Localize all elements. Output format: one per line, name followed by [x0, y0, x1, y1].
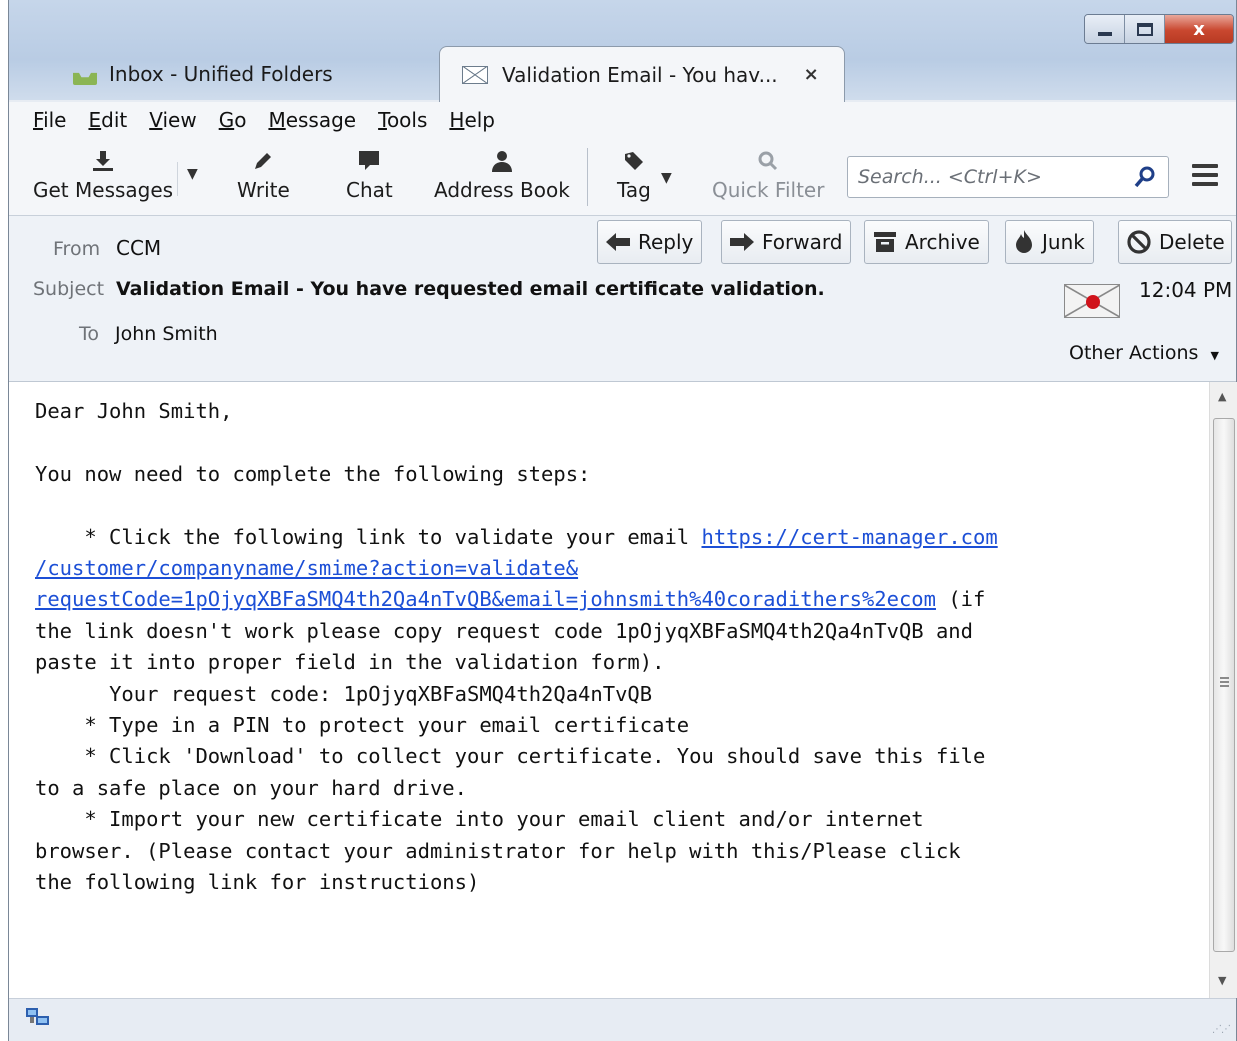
flame-icon	[1014, 230, 1034, 254]
maximize-icon	[1136, 22, 1153, 36]
to-label: To	[79, 323, 100, 345]
scroll-up-icon[interactable]: ▲	[1218, 390, 1226, 403]
minimize-button[interactable]	[1085, 15, 1125, 43]
scroll-down-icon[interactable]: ▼	[1218, 974, 1226, 987]
forward-button[interactable]: Forward	[721, 220, 852, 264]
tab-label: Inbox - Unified Folders	[109, 62, 333, 86]
minimize-icon	[1097, 32, 1112, 36]
menu-help[interactable]: Help	[449, 108, 495, 132]
main-toolbar: Get Messages ▼ Write Chat Address Book T…	[9, 138, 1236, 216]
tag-button[interactable]: Tag	[617, 146, 651, 208]
inbox-download-icon	[73, 72, 97, 85]
reply-arrow-icon	[606, 233, 630, 251]
subject-label: Subject	[33, 278, 105, 300]
archive-box-icon	[873, 231, 897, 253]
quick-filter-button[interactable]: Quick Filter	[712, 146, 824, 208]
magnifier-icon	[753, 146, 783, 176]
search-placeholder: Search... <Ctrl+K>	[858, 166, 1042, 188]
forward-arrow-icon	[730, 233, 754, 251]
app-menu-icon[interactable]	[1192, 164, 1218, 191]
menu-bar: File Edit View Go Message Tools Help	[9, 102, 1236, 138]
menu-message[interactable]: Message	[268, 108, 356, 132]
signed-envelope-icon[interactable]	[1064, 284, 1120, 318]
pencil-icon	[248, 146, 278, 176]
tag-icon	[619, 146, 649, 176]
get-messages-button[interactable]: Get Messages	[33, 146, 173, 208]
reply-button[interactable]: Reply	[597, 220, 703, 264]
maximize-button[interactable]	[1125, 15, 1165, 43]
chevron-down-icon: ▼	[1210, 349, 1219, 362]
status-bar: ⋰⋰	[9, 998, 1236, 1041]
tab-validation-email[interactable]: Validation Email - You hav... ×	[439, 46, 845, 102]
search-input[interactable]: Search... <Ctrl+K>	[847, 156, 1169, 198]
get-messages-dropdown-icon[interactable]: ▼	[187, 166, 198, 182]
to-value[interactable]: John Smith	[115, 323, 218, 345]
download-icon	[88, 146, 118, 176]
address-book-button[interactable]: Address Book	[434, 146, 570, 208]
tab-label: Validation Email - You hav...	[502, 62, 778, 87]
tab-close-icon[interactable]: ×	[804, 64, 819, 85]
message-scrollbar[interactable]: ▲ ▼	[1209, 382, 1237, 998]
menu-file[interactable]: File	[33, 108, 66, 132]
junk-button[interactable]: Junk	[1005, 220, 1094, 264]
window-controls: x	[1084, 14, 1234, 44]
message-text: Dear John Smith, You now need to complet…	[35, 399, 998, 895]
message-header: From CCM Reply Forward Archive Junk Dele…	[9, 216, 1236, 382]
message-body: Dear John Smith, You now need to complet…	[9, 382, 1209, 998]
write-button[interactable]: Write	[237, 146, 290, 208]
scroll-thumb[interactable]	[1213, 418, 1235, 952]
tab-inbox[interactable]: Inbox - Unified Folders	[57, 48, 437, 100]
close-icon: x	[1193, 18, 1205, 40]
subject-value: Validation Email - You have requested em…	[116, 278, 825, 300]
network-status-icon[interactable]	[25, 1007, 51, 1029]
no-entry-icon	[1127, 230, 1151, 254]
resize-grip-icon[interactable]: ⋰⋰	[1212, 1024, 1231, 1035]
message-time: 12:04 PM	[1139, 278, 1233, 302]
person-icon	[487, 146, 517, 176]
menu-edit[interactable]: Edit	[88, 108, 127, 132]
envelope-icon	[462, 65, 488, 84]
from-label: From	[53, 238, 101, 260]
other-actions-menu[interactable]: Other Actions ▼	[1069, 342, 1219, 364]
chat-bubble-icon	[354, 146, 384, 176]
chat-button[interactable]: Chat	[346, 146, 393, 208]
menu-go[interactable]: Go	[219, 108, 247, 132]
menu-tools[interactable]: Tools	[378, 108, 427, 132]
search-icon[interactable]	[1134, 165, 1156, 194]
from-value[interactable]: CCM	[116, 236, 161, 260]
archive-button[interactable]: Archive	[864, 220, 989, 264]
delete-button[interactable]: Delete	[1118, 220, 1232, 264]
close-window-button[interactable]: x	[1165, 15, 1233, 43]
tag-dropdown-icon[interactable]: ▼	[661, 170, 672, 186]
menu-view[interactable]: View	[149, 108, 196, 132]
thunderbird-window: x Inbox - Unified Folders Validation Ema…	[8, 0, 1237, 1041]
